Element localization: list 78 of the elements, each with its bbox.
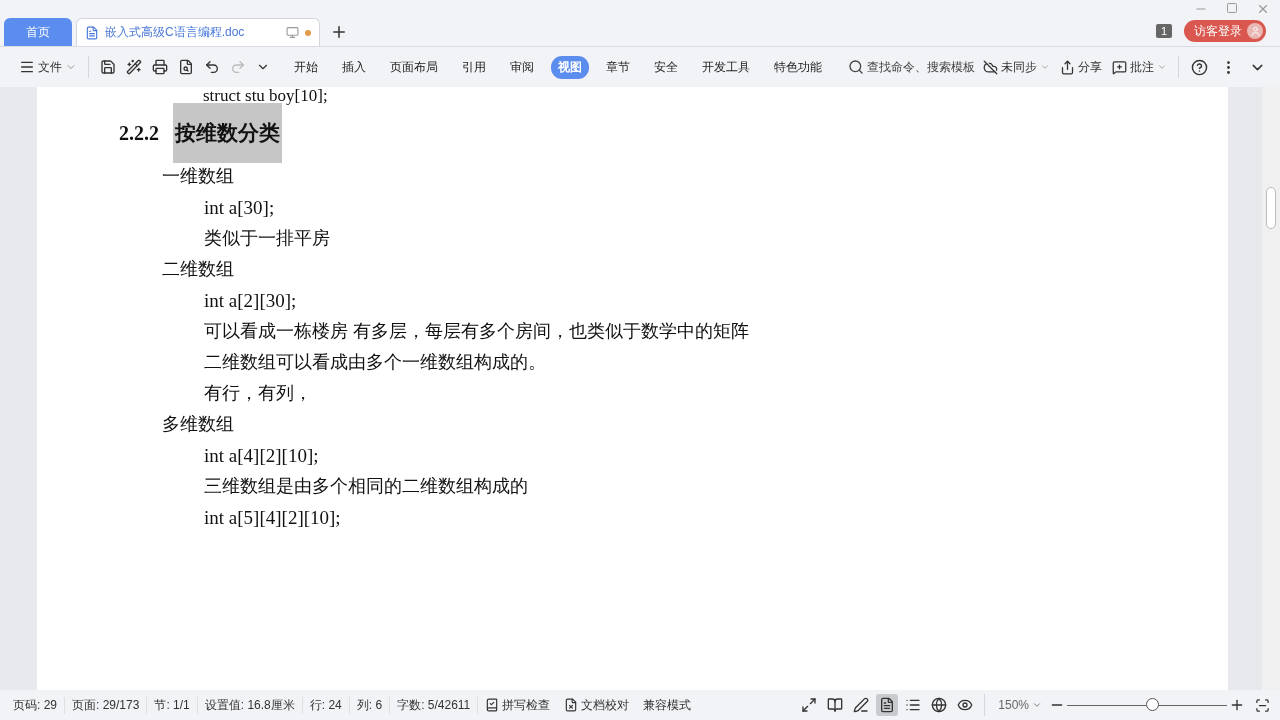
ribbon-tab[interactable]: 安全	[647, 55, 685, 79]
share-icon	[1060, 59, 1075, 75]
heading-number: 2.2.2	[119, 121, 159, 145]
caret-icon	[1040, 62, 1050, 72]
share-button[interactable]: 分享	[1055, 58, 1107, 76]
fullscreen-view-icon	[801, 697, 818, 713]
print-icon[interactable]	[152, 59, 168, 75]
text-line: 类似于一排平房	[204, 227, 331, 250]
cloud-icon	[983, 59, 998, 75]
ribbon-tab[interactable]: 页面布局	[383, 55, 445, 79]
spell-check-button[interactable]: 拼写检查	[478, 696, 558, 714]
zoom-dropdown[interactable]: 150%	[991, 698, 1049, 712]
menu-icon	[19, 59, 35, 75]
ribbon-tab[interactable]: 开始	[287, 55, 325, 79]
fit-window-icon[interactable]	[1255, 697, 1270, 713]
tab-label: 嵌入式高级C语言编程.doc	[105, 24, 246, 41]
text-line: 三维数组是由多个相同的二维数组构成的	[204, 475, 529, 498]
status-item: 节: 1/1	[147, 696, 198, 714]
heading-title: 按维数分类	[173, 103, 282, 163]
search-icon	[848, 59, 864, 75]
outline-view-icon	[905, 697, 922, 713]
code-line: int a[2][30];	[204, 289, 298, 313]
web-view-icon	[931, 697, 948, 713]
document-x-icon	[564, 698, 579, 712]
status-item: 列: 6	[349, 696, 391, 714]
help-icon[interactable]	[1191, 58, 1208, 76]
book-check-icon	[485, 698, 500, 712]
comment-button[interactable]: 批注	[1107, 58, 1172, 76]
ribbon-tab[interactable]: 审阅	[503, 55, 541, 79]
text-line: 二维数组可以看成由多个一维数组构成的。	[204, 351, 547, 374]
zoom-in-icon[interactable]	[1229, 697, 1245, 713]
document-icon	[85, 25, 99, 40]
zoom-thumb[interactable]	[1145, 698, 1159, 711]
command-search[interactable]: 查找命令、搜索模板	[848, 58, 975, 76]
section-label: 一维数组	[162, 165, 235, 188]
sync-button[interactable]: 未同步	[978, 58, 1055, 76]
close-icon[interactable]	[1256, 2, 1270, 16]
section-label: 二维数组	[162, 258, 235, 281]
ribbon-tab[interactable]: 章节	[599, 55, 637, 79]
document-line: struct stu boy[10];	[203, 87, 329, 105]
status-item: 页码: 29	[6, 696, 65, 714]
file-menu[interactable]: 文件	[14, 58, 82, 76]
ribbon-tab[interactable]: 开发工具	[695, 55, 757, 79]
eye-view-icon	[957, 697, 974, 713]
tab-label: 首页	[26, 23, 50, 41]
status-item: 设置值: 16.8厘米	[197, 696, 303, 714]
text-line: 可以看成一栋楼房 有多层，每层有多个房间，也类似于数学中的矩阵	[204, 320, 750, 343]
preview-icon[interactable]	[178, 59, 194, 75]
ribbon-tab[interactable]: 引用	[455, 55, 493, 79]
window-count[interactable]: 1	[1155, 24, 1172, 38]
code-line: int a[30];	[204, 196, 276, 220]
code-line: int a[4][2][10];	[204, 444, 320, 468]
login-button[interactable]: 访客登录	[1184, 20, 1266, 42]
status-item: 行: 24	[302, 696, 350, 714]
caret-icon	[1157, 62, 1167, 72]
ribbon-tab[interactable]: 特色功能	[767, 55, 829, 79]
comment-icon	[1112, 59, 1127, 75]
status-item: 页面: 29/173	[65, 696, 148, 714]
compat-mode-label: 兼容模式	[642, 696, 693, 714]
maximize-icon[interactable]	[1226, 2, 1238, 14]
page-view-icon	[879, 697, 896, 713]
save-icon[interactable]	[100, 59, 116, 75]
text-line: 有行，有列，	[204, 382, 313, 405]
read-view-icon	[827, 697, 844, 713]
code-line: int a[5][4][2][10];	[204, 506, 342, 530]
undo-icon[interactable]	[204, 59, 220, 75]
status-item: 字数: 5/42611	[390, 696, 479, 714]
document-tab[interactable]: 嵌入式高级C语言编程.doc	[76, 18, 320, 46]
monitor-icon[interactable]	[286, 26, 299, 39]
ribbon-tab[interactable]: 插入	[335, 55, 373, 79]
plus-icon	[330, 23, 348, 41]
section-label: 多维数组	[162, 413, 235, 436]
avatar-icon	[1247, 23, 1263, 39]
edit-view-icon	[853, 697, 870, 713]
caret-icon	[1032, 700, 1042, 710]
proofread-button[interactable]: 文档校对	[557, 696, 637, 714]
scrollbar[interactable]	[1262, 87, 1280, 690]
view-mode-button[interactable]	[876, 694, 899, 716]
